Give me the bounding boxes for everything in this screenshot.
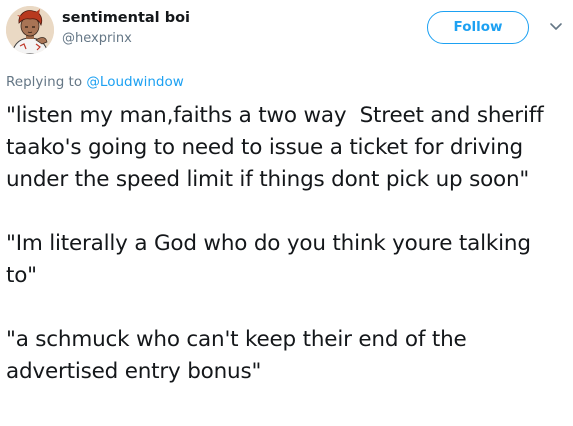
- tweet-text: "listen my man,faiths a two way Street a…: [6, 100, 566, 388]
- tweet-card: sentimental boi @hexprinx Follow Replyin…: [0, 0, 573, 426]
- follow-button[interactable]: Follow: [427, 11, 529, 44]
- author-handle[interactable]: @hexprinx: [62, 30, 132, 48]
- avatar-illustration: [6, 6, 54, 54]
- replying-to-label: Replying to: [6, 74, 87, 90]
- chevron-down-icon[interactable]: [548, 20, 564, 34]
- avatar[interactable]: [6, 6, 54, 54]
- author-display-name[interactable]: sentimental boi: [62, 8, 190, 28]
- tweet-paragraph: "Im literally a God who do you think you…: [6, 231, 538, 288]
- tweet-paragraph: "listen my man,faiths a two way Street a…: [6, 103, 551, 192]
- replying-to-line: Replying to @Loudwindow: [6, 73, 184, 91]
- tweet-paragraph: "a schmuck who can't keep their end of t…: [6, 327, 474, 384]
- replying-to-link[interactable]: @Loudwindow: [86, 74, 183, 90]
